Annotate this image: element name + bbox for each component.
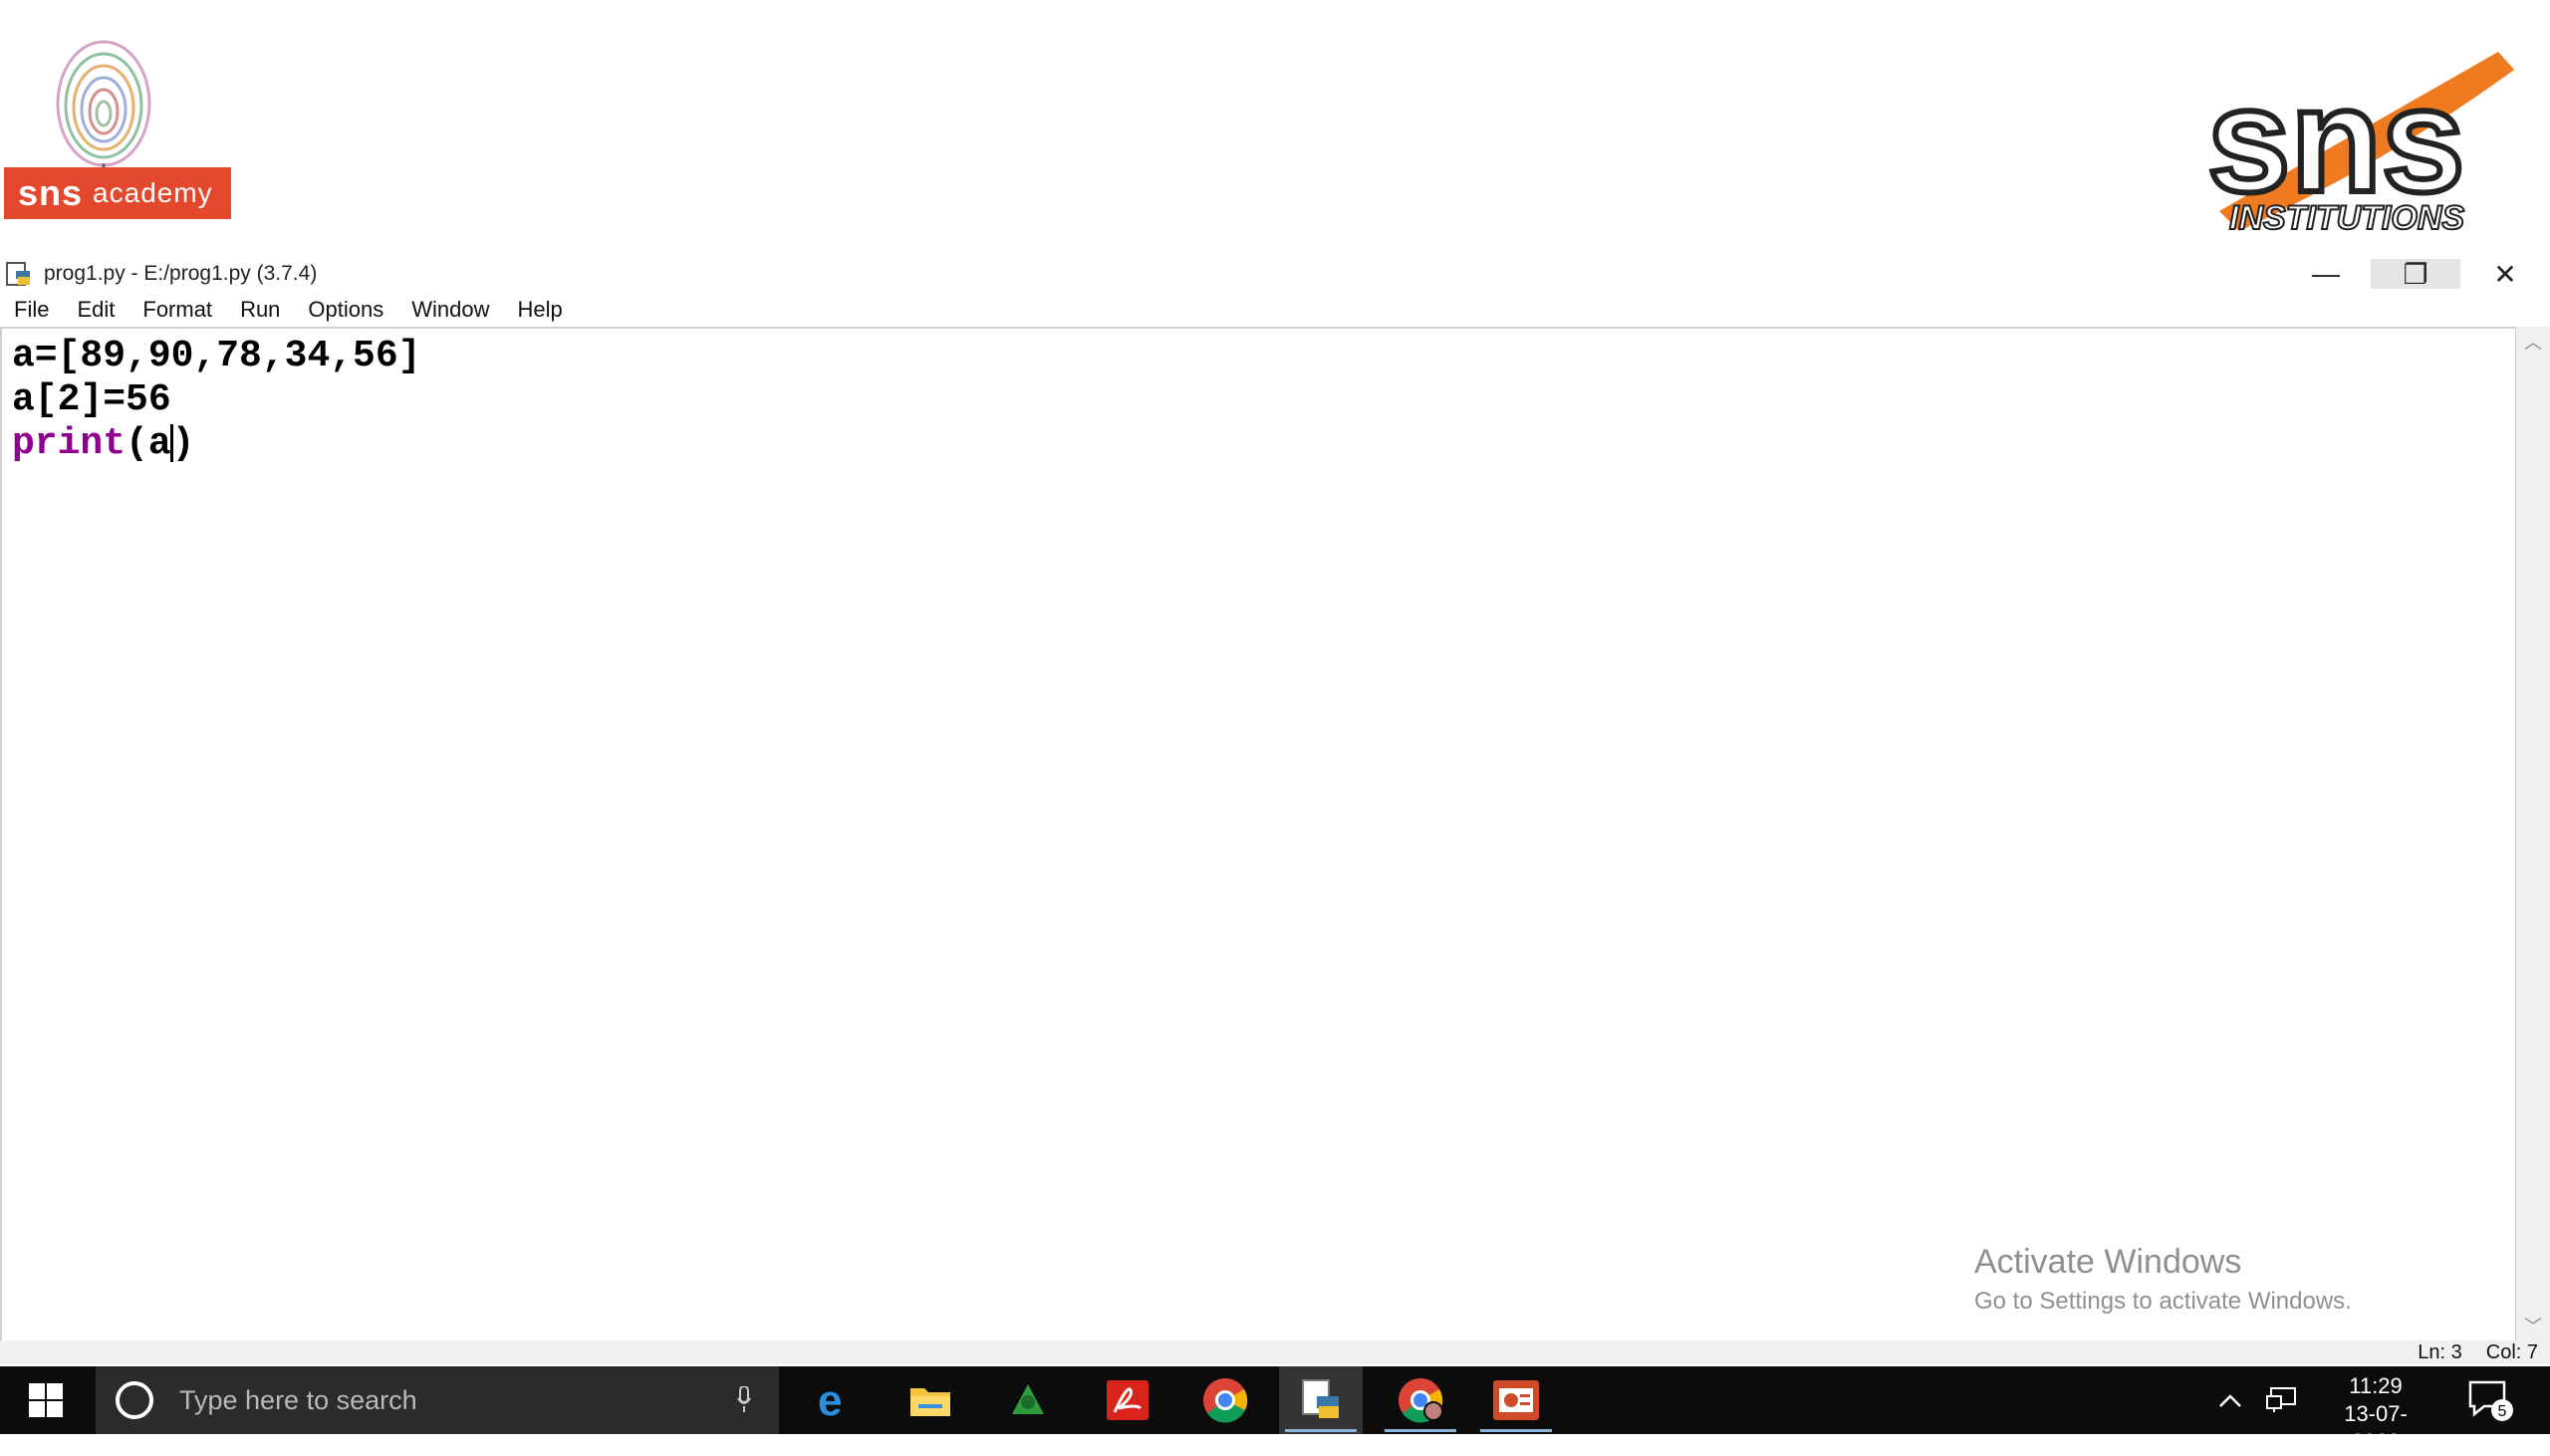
chrome-profile-app[interactable] <box>1379 1366 1462 1434</box>
microphone-icon[interactable] <box>737 1386 751 1412</box>
sns-academy-logo-subtext: academy <box>93 177 213 208</box>
minimize-button[interactable]: — <box>2281 258 2371 289</box>
activate-windows-title: Activate Windows <box>1974 1243 2242 1281</box>
windows-taskbar: Type here to search e 11:29 13-07-2023 5 <box>0 1366 2550 1454</box>
sns-academy-logo: sns academy <box>4 167 231 219</box>
window-controls: — ❐ ✕ <box>2281 258 2550 290</box>
code-line-3: print(a) <box>2 422 2515 466</box>
window-title: prog1.py - E:/prog1.py (3.7.4) <box>44 262 318 285</box>
notification-center-icon[interactable]: 5 <box>2464 1378 2514 1422</box>
close-button[interactable]: ✕ <box>2460 259 2550 290</box>
restore-button[interactable]: ❐ <box>2371 259 2460 290</box>
powerpoint-icon <box>1493 1380 1539 1420</box>
menu-help[interactable]: Help <box>504 297 577 323</box>
windows-logo-icon <box>29 1383 63 1417</box>
scroll-up-icon[interactable]: ︿ <box>2516 327 2550 357</box>
menu-bar: File Edit Format Run Options Window Help <box>0 293 2550 327</box>
menu-file[interactable]: File <box>0 297 63 323</box>
acrobat-icon <box>1107 1380 1148 1420</box>
menu-run[interactable]: Run <box>226 297 294 323</box>
activate-windows-subtitle: Go to Settings to activate Windows. <box>1974 1288 2352 1315</box>
search-placeholder: Type here to search <box>179 1384 417 1415</box>
python-idle-icon <box>1302 1379 1339 1418</box>
menu-window[interactable]: Window <box>397 297 503 323</box>
acrobat-app[interactable] <box>1086 1366 1169 1434</box>
taskbar-search[interactable]: Type here to search <box>96 1366 779 1434</box>
activate-windows-watermark: Activate Windows Go to Settings to activ… <box>1974 1243 2352 1316</box>
show-hidden-icons-icon[interactable] <box>2217 1388 2243 1412</box>
svg-text:e: e <box>818 1379 842 1421</box>
notification-count: 5 <box>2498 1403 2507 1420</box>
cortana-icon <box>116 1381 153 1419</box>
file-explorer-app[interactable] <box>889 1366 972 1434</box>
code-line-2: a[2]=56 <box>12 378 171 421</box>
code-line-3-args: (a <box>126 422 171 465</box>
menu-format[interactable]: Format <box>128 297 226 323</box>
chrome-app[interactable] <box>1183 1366 1267 1434</box>
sns-academy-logo-text: sns <box>18 172 84 213</box>
python-idle-app[interactable] <box>1279 1366 1363 1434</box>
network-icon[interactable] <box>2265 1386 2297 1414</box>
window-titlebar: prog1.py - E:/prog1.py (3.7.4) — ❐ ✕ <box>0 258 2550 290</box>
menu-options[interactable]: Options <box>294 297 397 323</box>
file-explorer-icon <box>910 1388 950 1416</box>
fingerprint-logo-icon <box>56 40 151 185</box>
sns-institutions-logo-subtext: INSTITUTIONS <box>2229 199 2464 237</box>
clock-time: 11:29 <box>2349 1373 2403 1398</box>
chrome-profile-icon <box>1399 1378 1443 1423</box>
vertical-scrollbar[interactable]: ︿ ﹀ <box>2516 327 2550 1340</box>
chrome-icon <box>1203 1378 1248 1423</box>
powerpoint-app[interactable] <box>1474 1366 1558 1434</box>
status-line: Ln: 3 <box>2418 1340 2462 1363</box>
code-editor[interactable]: a=[89,90,78,34,56] a[2]=56 print(a) <box>0 327 2516 1340</box>
start-button[interactable] <box>0 1366 92 1434</box>
code-line-3-close: ) <box>171 422 195 465</box>
edge-app[interactable]: e <box>793 1366 877 1434</box>
turtle-app-icon <box>1012 1384 1044 1414</box>
taskbar-clock[interactable]: 11:29 13-07-2023 <box>2321 1372 2430 1456</box>
clock-date: 13-07-2023 <box>2344 1401 2408 1454</box>
status-col: Col: 7 <box>2485 1340 2538 1363</box>
sns-institutions-logo-text: sns <box>2207 56 2464 223</box>
menu-edit[interactable]: Edit <box>63 297 128 323</box>
edge-icon: e <box>818 1379 842 1421</box>
scroll-down-icon[interactable]: ﹀ <box>2516 1311 2550 1340</box>
code-line-1: a=[89,90,78,34,56] <box>12 335 421 377</box>
status-bar: Ln: 3 Col: 7 <box>0 1340 2550 1364</box>
turtle-app[interactable] <box>986 1366 1070 1434</box>
python-file-icon <box>6 262 30 286</box>
sns-institutions-logo-icon: sns INSTITUTIONS <box>2204 52 2514 238</box>
print-keyword: print <box>12 422 127 465</box>
